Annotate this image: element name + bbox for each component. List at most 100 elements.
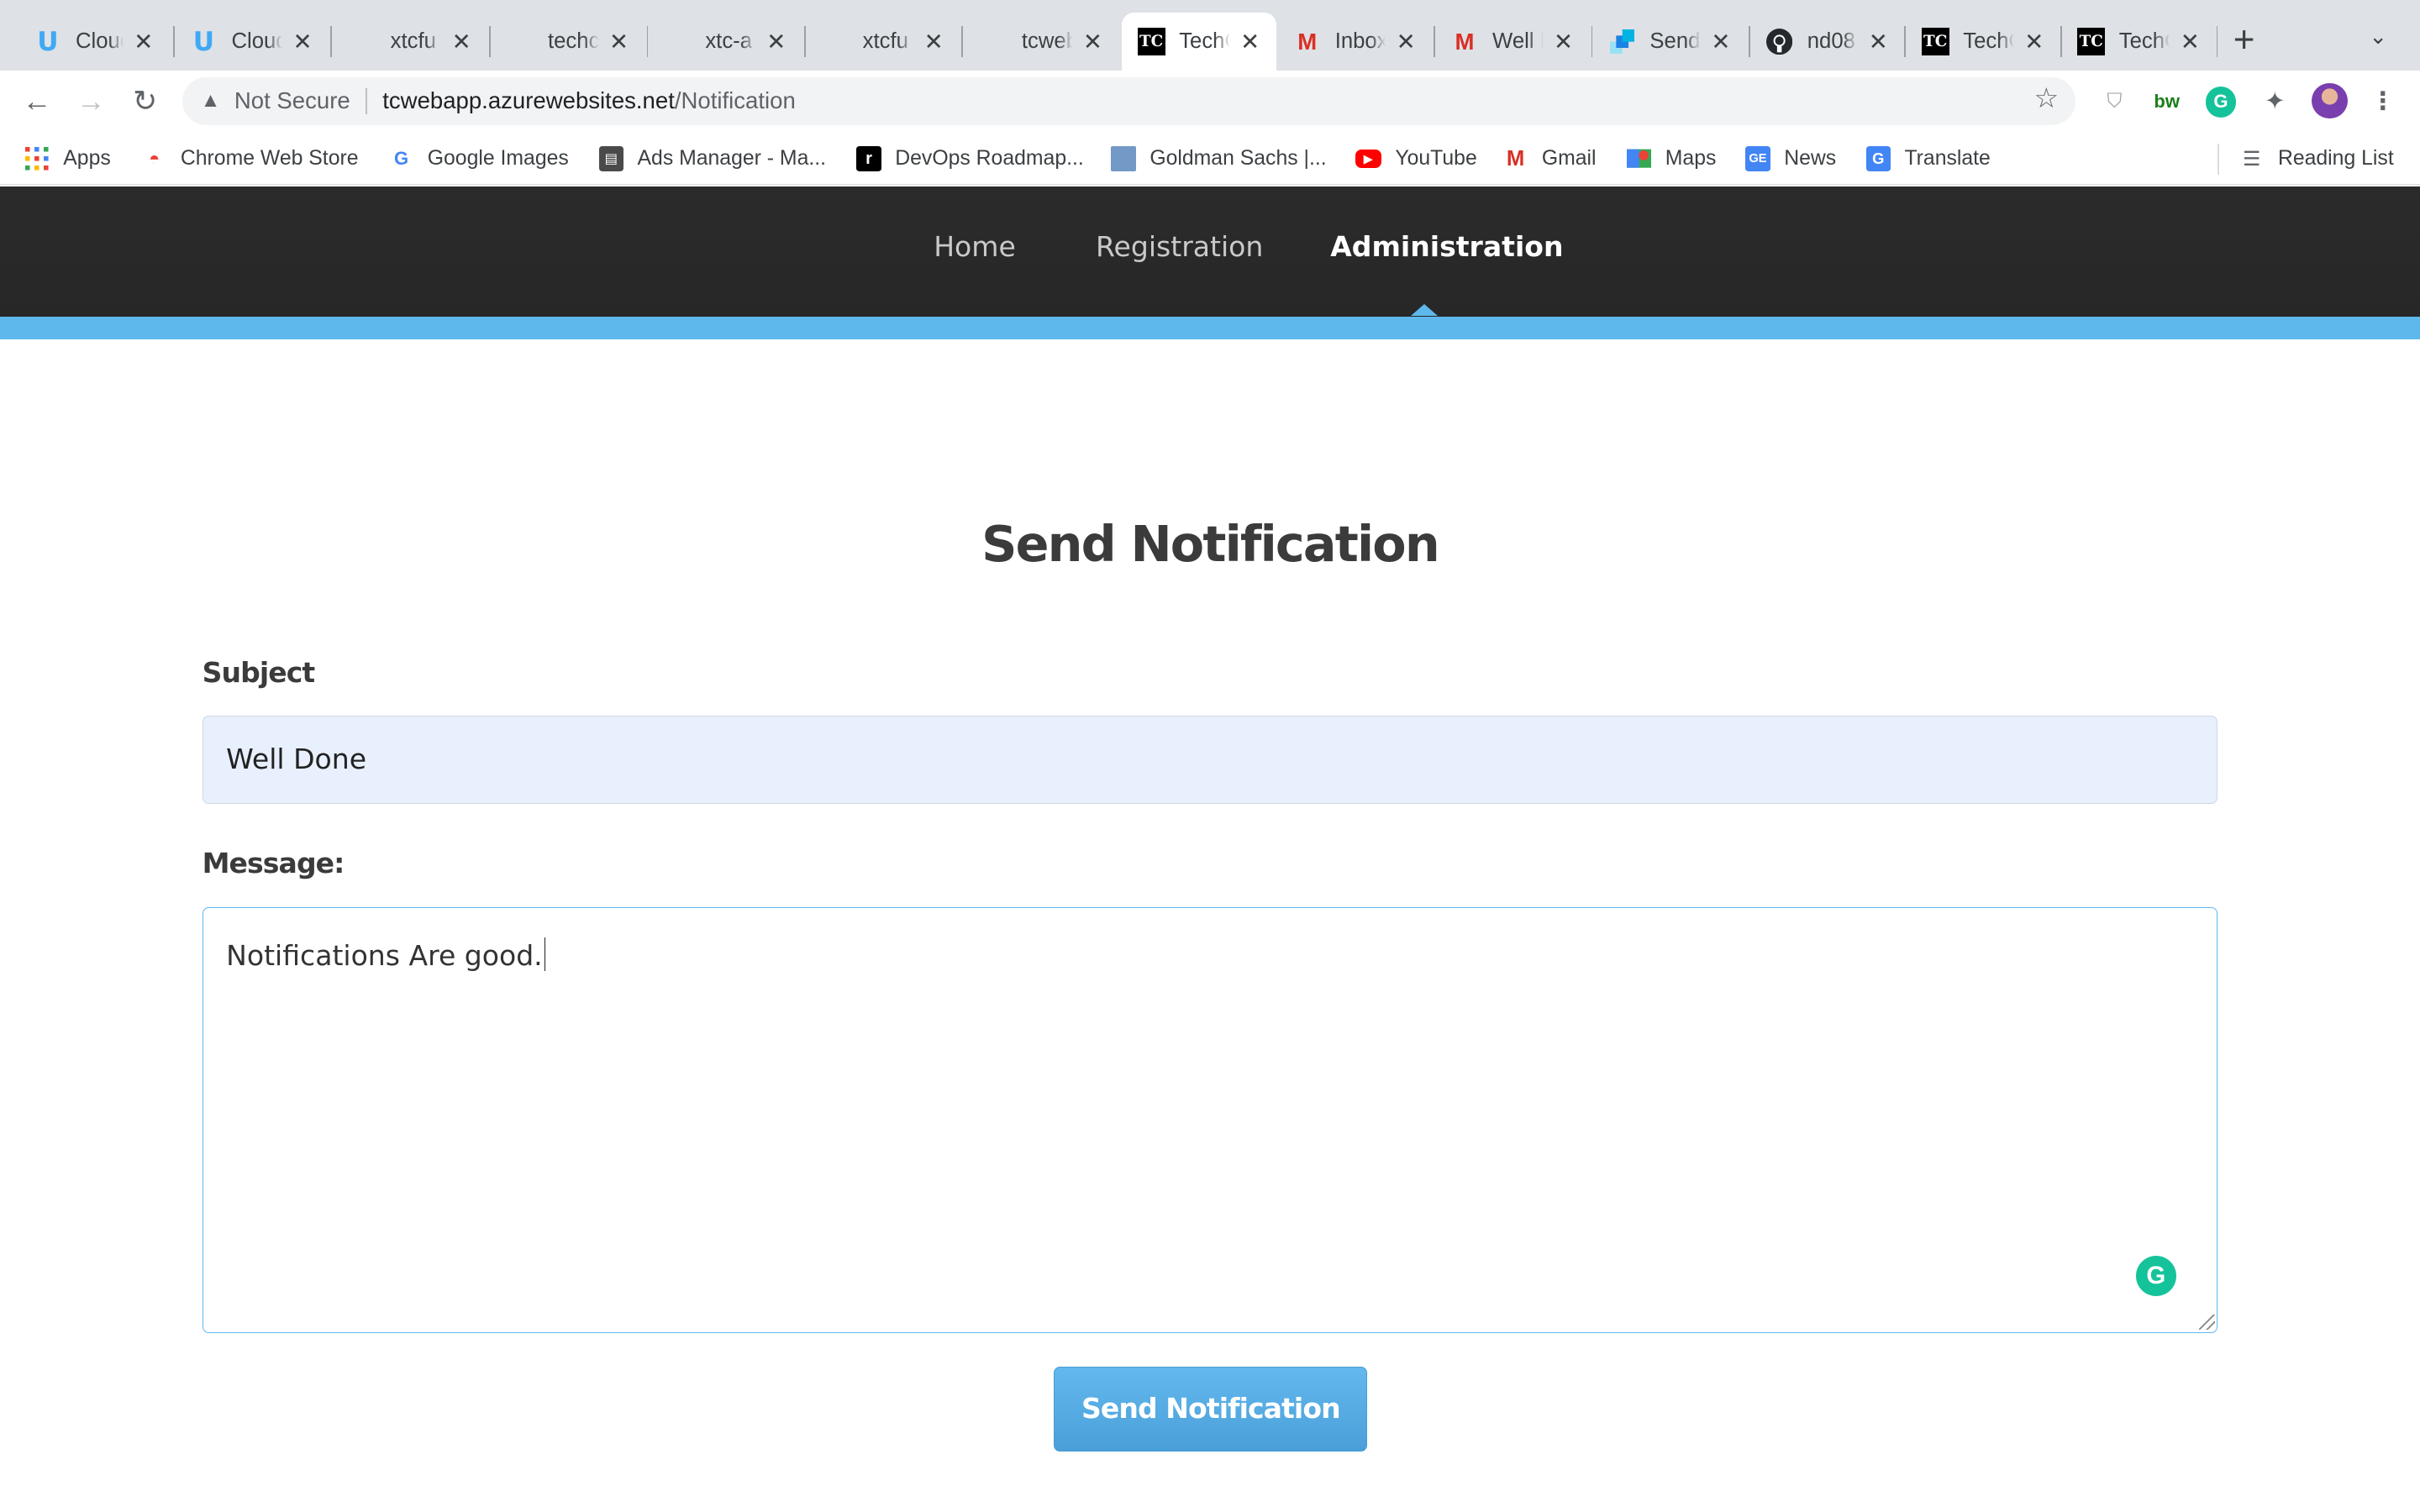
shield-extension-icon[interactable]: ⛉ <box>2099 87 2130 118</box>
roadmap-icon: r <box>856 146 881 171</box>
url-path[interactable]: /Notification <box>675 87 796 114</box>
warning-triangle-icon[interactable]: ▲ <box>201 89 221 113</box>
close-icon[interactable]: ✕ <box>765 29 787 55</box>
bookmark-item[interactable]: GE News <box>1745 145 1836 173</box>
browser-tab-title: xtc-a <box>705 29 753 54</box>
bookmark-item[interactable]: ▤ Ads Manager - Ma... <box>598 145 827 173</box>
close-icon[interactable]: ✕ <box>608 29 630 55</box>
browser-tab-active[interactable]: TC TechC ✕ <box>1122 12 1276 71</box>
bookmark-label: Chrome Web Store <box>180 147 359 171</box>
bookmark-label: News <box>1784 147 1837 171</box>
techconf-icon: TC <box>1921 28 1949 56</box>
browser-tab[interactable]: U Cloud ✕ <box>175 13 329 71</box>
url-host[interactable]: tcwebapp.azurewebsites.net <box>382 87 675 114</box>
bookmark-item[interactable]: Goldman Sachs |... <box>1111 145 1327 173</box>
close-icon[interactable]: ✕ <box>1867 29 1889 55</box>
extensions-puzzle-icon[interactable]: ✦ <box>2260 87 2291 118</box>
gmail-icon: M <box>1455 28 1475 55</box>
maps-icon <box>1626 146 1652 171</box>
grammarly-icon[interactable]: G <box>2135 1256 2176 1296</box>
page-title: Send Notification <box>981 515 1440 574</box>
grammarly-extension-icon[interactable]: G <box>2205 86 2237 118</box>
browser-tab-title: Well D <box>1492 29 1544 54</box>
back-arrow-icon[interactable]: ← <box>18 83 55 120</box>
reload-icon[interactable]: ↻ <box>127 83 164 120</box>
browser-tab-strip: U Cloud ✕ U Cloud ✕ xtcfu ✕ techc ✕ xtc-… <box>0 0 2420 71</box>
bookmark-item[interactable]: G Google Images <box>389 145 569 173</box>
close-icon[interactable]: ✕ <box>1553 29 1575 55</box>
browser-tab[interactable]: Send ✕ <box>1592 13 1747 71</box>
microsoft-icon <box>506 28 534 55</box>
browser-tab[interactable]: techc ✕ <box>491 13 645 71</box>
browser-tab[interactable]: nd08 ✕ <box>1750 13 1905 71</box>
bookmark-item[interactable]: Apps <box>24 145 111 173</box>
tab-separator <box>330 26 332 57</box>
close-icon[interactable]: ✕ <box>292 29 313 55</box>
message-textarea[interactable]: Notifications Are good. <box>202 906 2218 1333</box>
close-icon[interactable]: ✕ <box>1082 29 1104 55</box>
bookmark-item[interactable]: ▶ YouTube <box>1355 145 1477 173</box>
bookmark-item[interactable]: G Translate <box>1865 145 1991 173</box>
security-status[interactable]: Not Secure <box>234 87 350 114</box>
close-icon[interactable]: ✕ <box>2179 29 2201 55</box>
close-icon[interactable]: ✕ <box>2023 29 2045 55</box>
close-icon[interactable]: ✕ <box>1710 29 1732 55</box>
close-icon[interactable]: ✕ <box>1395 29 1417 55</box>
bookmark-item[interactable]: Maps <box>1626 145 1716 173</box>
site-navbar: Home Registration Administration <box>0 186 2420 317</box>
browser-tab[interactable]: tcweb ✕ <box>965 13 1119 71</box>
bookmark-label: Goldman Sachs |... <box>1150 147 1327 171</box>
techconf-icon: TC <box>2077 28 2106 56</box>
nav-link-home[interactable]: Home <box>934 230 1016 263</box>
address-bar[interactable]: ▲ Not Secure tcwebapp.azurewebsites.net /… <box>182 76 2076 125</box>
nav-link-administration[interactable]: Administration <box>1330 230 1563 263</box>
nav-link-registration[interactable]: Registration <box>1096 230 1263 263</box>
browser-tab-title: Cloud <box>75 29 124 54</box>
bookmark-star-icon[interactable]: ☆ <box>2034 81 2060 115</box>
browser-tab-title: TechC <box>1179 29 1230 54</box>
resize-handle[interactable] <box>2199 1314 2215 1331</box>
bookmark-item[interactable]: ◓ Chrome Web Store <box>142 145 359 173</box>
close-icon[interactable]: ✕ <box>450 29 472 55</box>
goldman-icon <box>1111 146 1136 171</box>
kebab-menu-icon[interactable]: ⋮ <box>2367 87 2398 118</box>
bookmark-label: Apps <box>63 147 111 171</box>
browser-tab[interactable]: xtc-a ✕ <box>648 13 802 71</box>
forward-arrow-icon[interactable]: → <box>72 83 109 120</box>
close-icon[interactable]: ✕ <box>923 29 944 55</box>
close-icon[interactable]: ✕ <box>133 29 155 55</box>
browser-tab[interactable]: U Cloud ✕ <box>18 13 170 71</box>
profile-avatar[interactable] <box>2312 83 2348 119</box>
bookmark-label: Google Images <box>427 147 569 171</box>
browser-tab-title: TechC <box>2118 29 2170 54</box>
sendgrid-icon <box>1608 28 1636 55</box>
ads-manager-icon: ▤ <box>598 146 623 171</box>
subject-label: Subject <box>202 655 316 689</box>
close-icon[interactable]: ✕ <box>1239 29 1261 55</box>
subject-input[interactable]: Well Done <box>202 716 2218 804</box>
new-tab-button[interactable]: + <box>2233 21 2255 59</box>
bookmark-item[interactable]: r DevOps Roadmap... <box>856 145 1084 173</box>
microsoft-icon <box>821 28 849 55</box>
bookmark-label: Ads Manager - Ma... <box>637 147 827 171</box>
bw-extension-icon[interactable]: bw <box>2151 87 2182 118</box>
browser-tab[interactable]: TC TechC ✕ <box>2062 13 2217 71</box>
browser-tab[interactable]: xtcfu ✕ <box>334 13 488 71</box>
browser-tab[interactable]: xtcfu ✕ <box>806 13 960 71</box>
browser-tab[interactable]: M Inbox ✕ <box>1278 13 1433 71</box>
address-divider <box>366 87 367 114</box>
browser-tab-title: Send <box>1649 29 1701 54</box>
bookmark-item[interactable]: M Gmail <box>1503 145 1597 173</box>
translate-icon: G <box>1865 146 1891 171</box>
browser-tab-title: xtcfu <box>862 29 908 54</box>
send-notification-button[interactable]: Send Notification <box>1054 1367 1368 1452</box>
browser-tab-title: techc <box>547 29 599 54</box>
browser-tab[interactable]: M Well D ✕ <box>1435 13 1590 71</box>
browser-toolbar: ← → ↻ ▲ Not Secure tcwebapp.azurewebsite… <box>0 71 2420 133</box>
browser-tab-title: nd08 <box>1807 29 1855 54</box>
google-icon: G <box>393 148 409 170</box>
tab-search-chevron-icon[interactable]: ⌄ <box>2369 24 2387 50</box>
reading-list-button[interactable]: ☰ Reading List <box>2239 145 2394 173</box>
browser-tab[interactable]: TC TechC ✕ <box>1906 13 2060 71</box>
microsoft-icon <box>349 28 376 55</box>
